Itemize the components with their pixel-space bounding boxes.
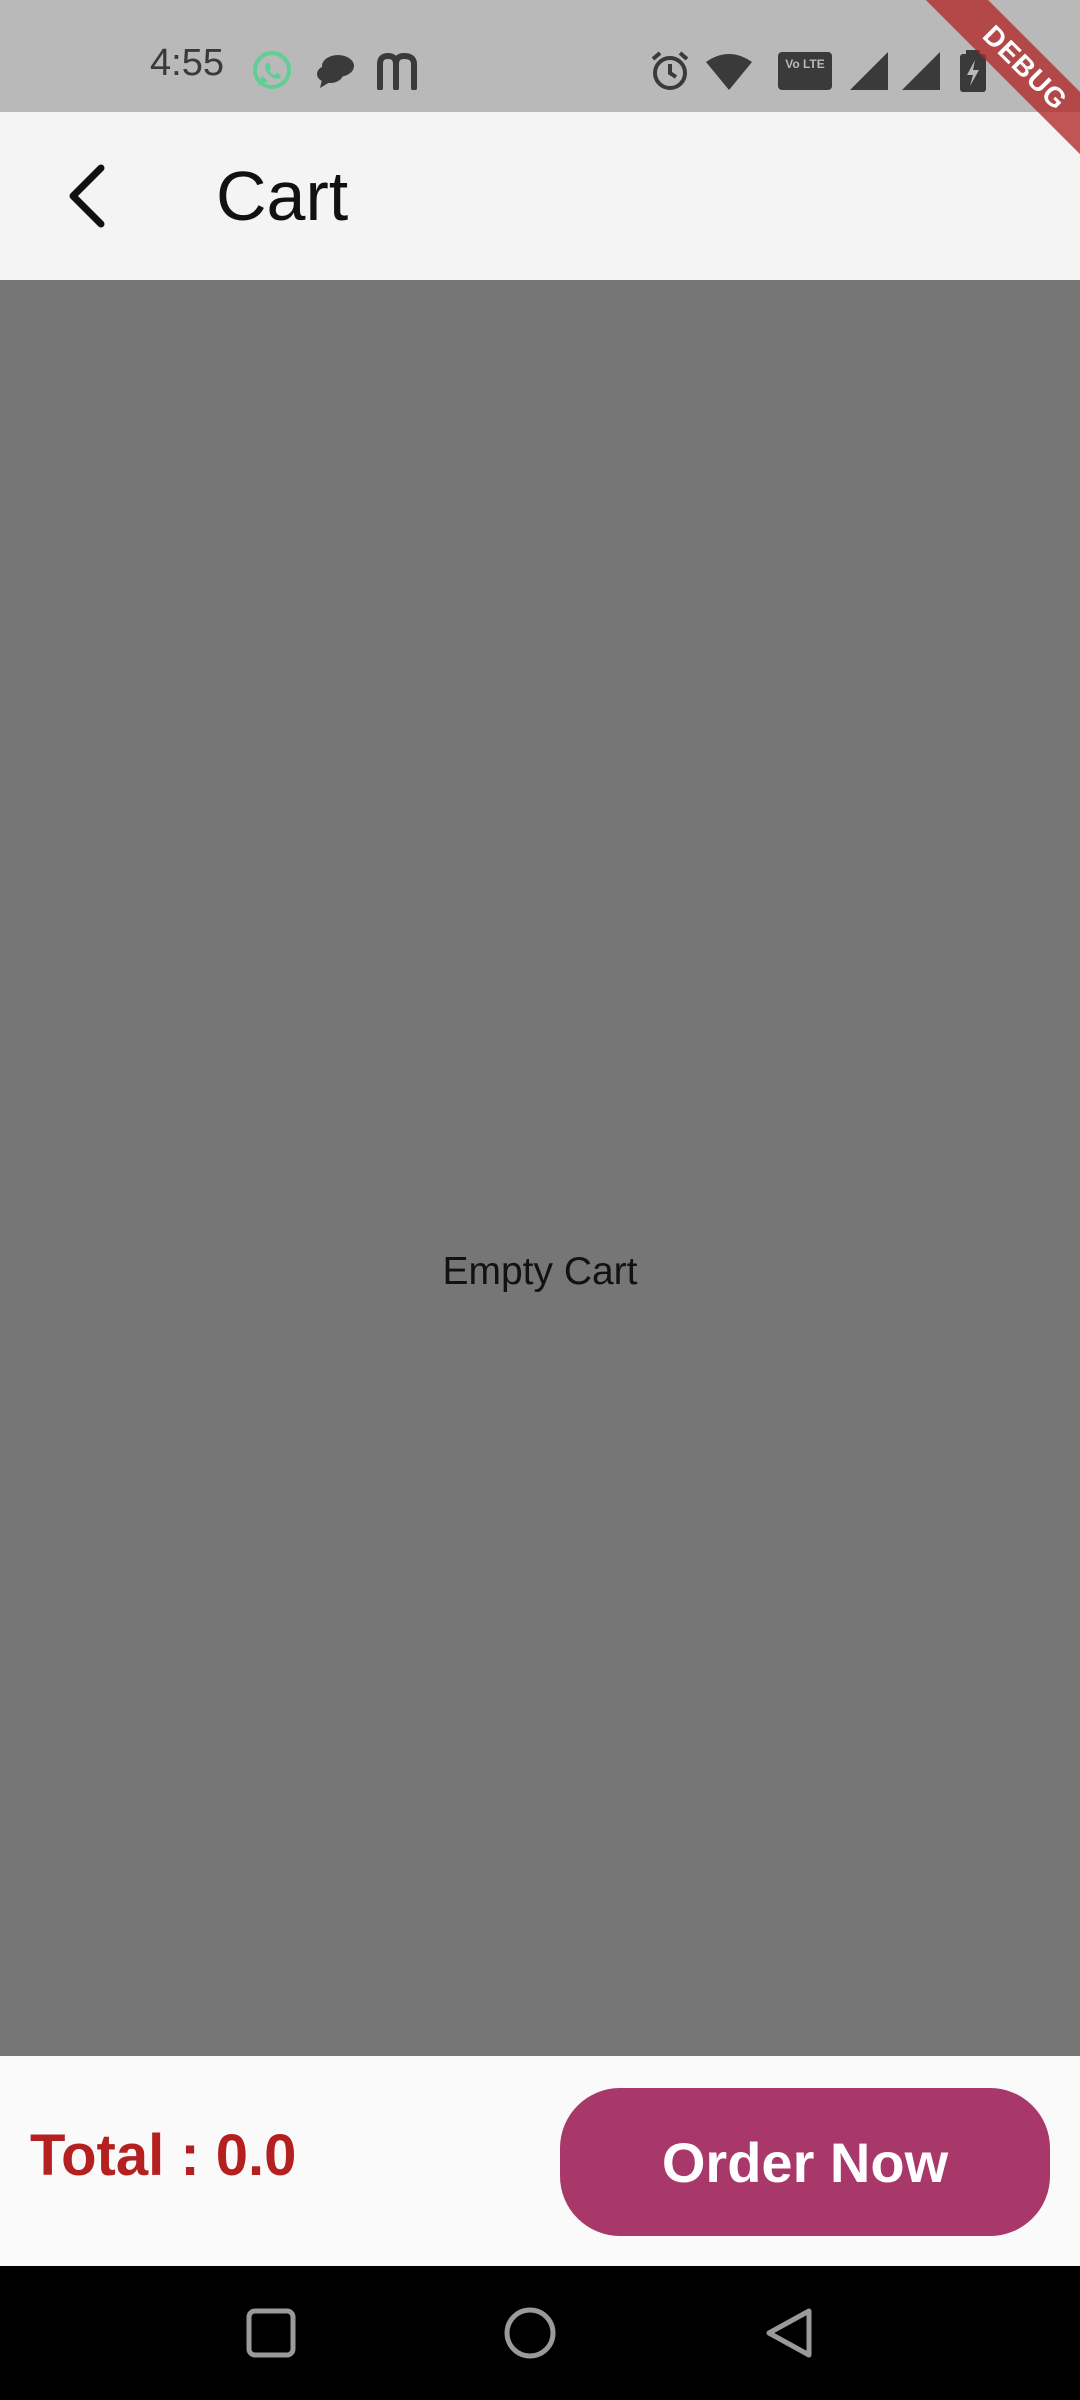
wifi-icon [706, 54, 752, 90]
empty-cart-message: Empty Cart [442, 1250, 638, 1293]
home-button[interactable] [497, 2300, 563, 2366]
volte-label: Vo LTE [785, 57, 825, 71]
status-time: 4:55 [150, 42, 224, 84]
cart-screen: 4:55 Vo LTE Cart Empty Cart Total: 0.0 … [0, 0, 1080, 2400]
cart-content [0, 280, 1080, 2056]
app-bar: Cart [0, 112, 1080, 280]
back-nav-button[interactable] [756, 2300, 822, 2366]
recents-square-icon [246, 2308, 296, 2358]
signal-icon [902, 52, 940, 90]
volte-icon: Vo LTE [778, 52, 832, 90]
chevron-left-icon [69, 164, 105, 228]
back-triangle-icon [766, 2308, 812, 2358]
total-amount: Total : 0.0 [30, 2123, 297, 2188]
system-nav-bar [0, 2266, 1080, 2400]
recents-button[interactable] [238, 2300, 304, 2366]
back-button[interactable] [40, 148, 136, 244]
order-now-button[interactable]: Order Now [560, 2088, 1050, 2236]
checkout-bar: Total : 0.0 Order Now [0, 2056, 1080, 2266]
chat-bubble-icon [317, 55, 354, 88]
m-app-icon [377, 52, 417, 90]
signal-icon [850, 52, 888, 90]
whatsapp-icon [253, 51, 291, 89]
page-title: Cart [216, 157, 349, 235]
alarm-icon [651, 51, 689, 90]
battery-charging-icon [960, 50, 986, 92]
home-circle-icon [504, 2307, 556, 2359]
status-bar: 4:55 Vo LTE [0, 0, 1080, 112]
